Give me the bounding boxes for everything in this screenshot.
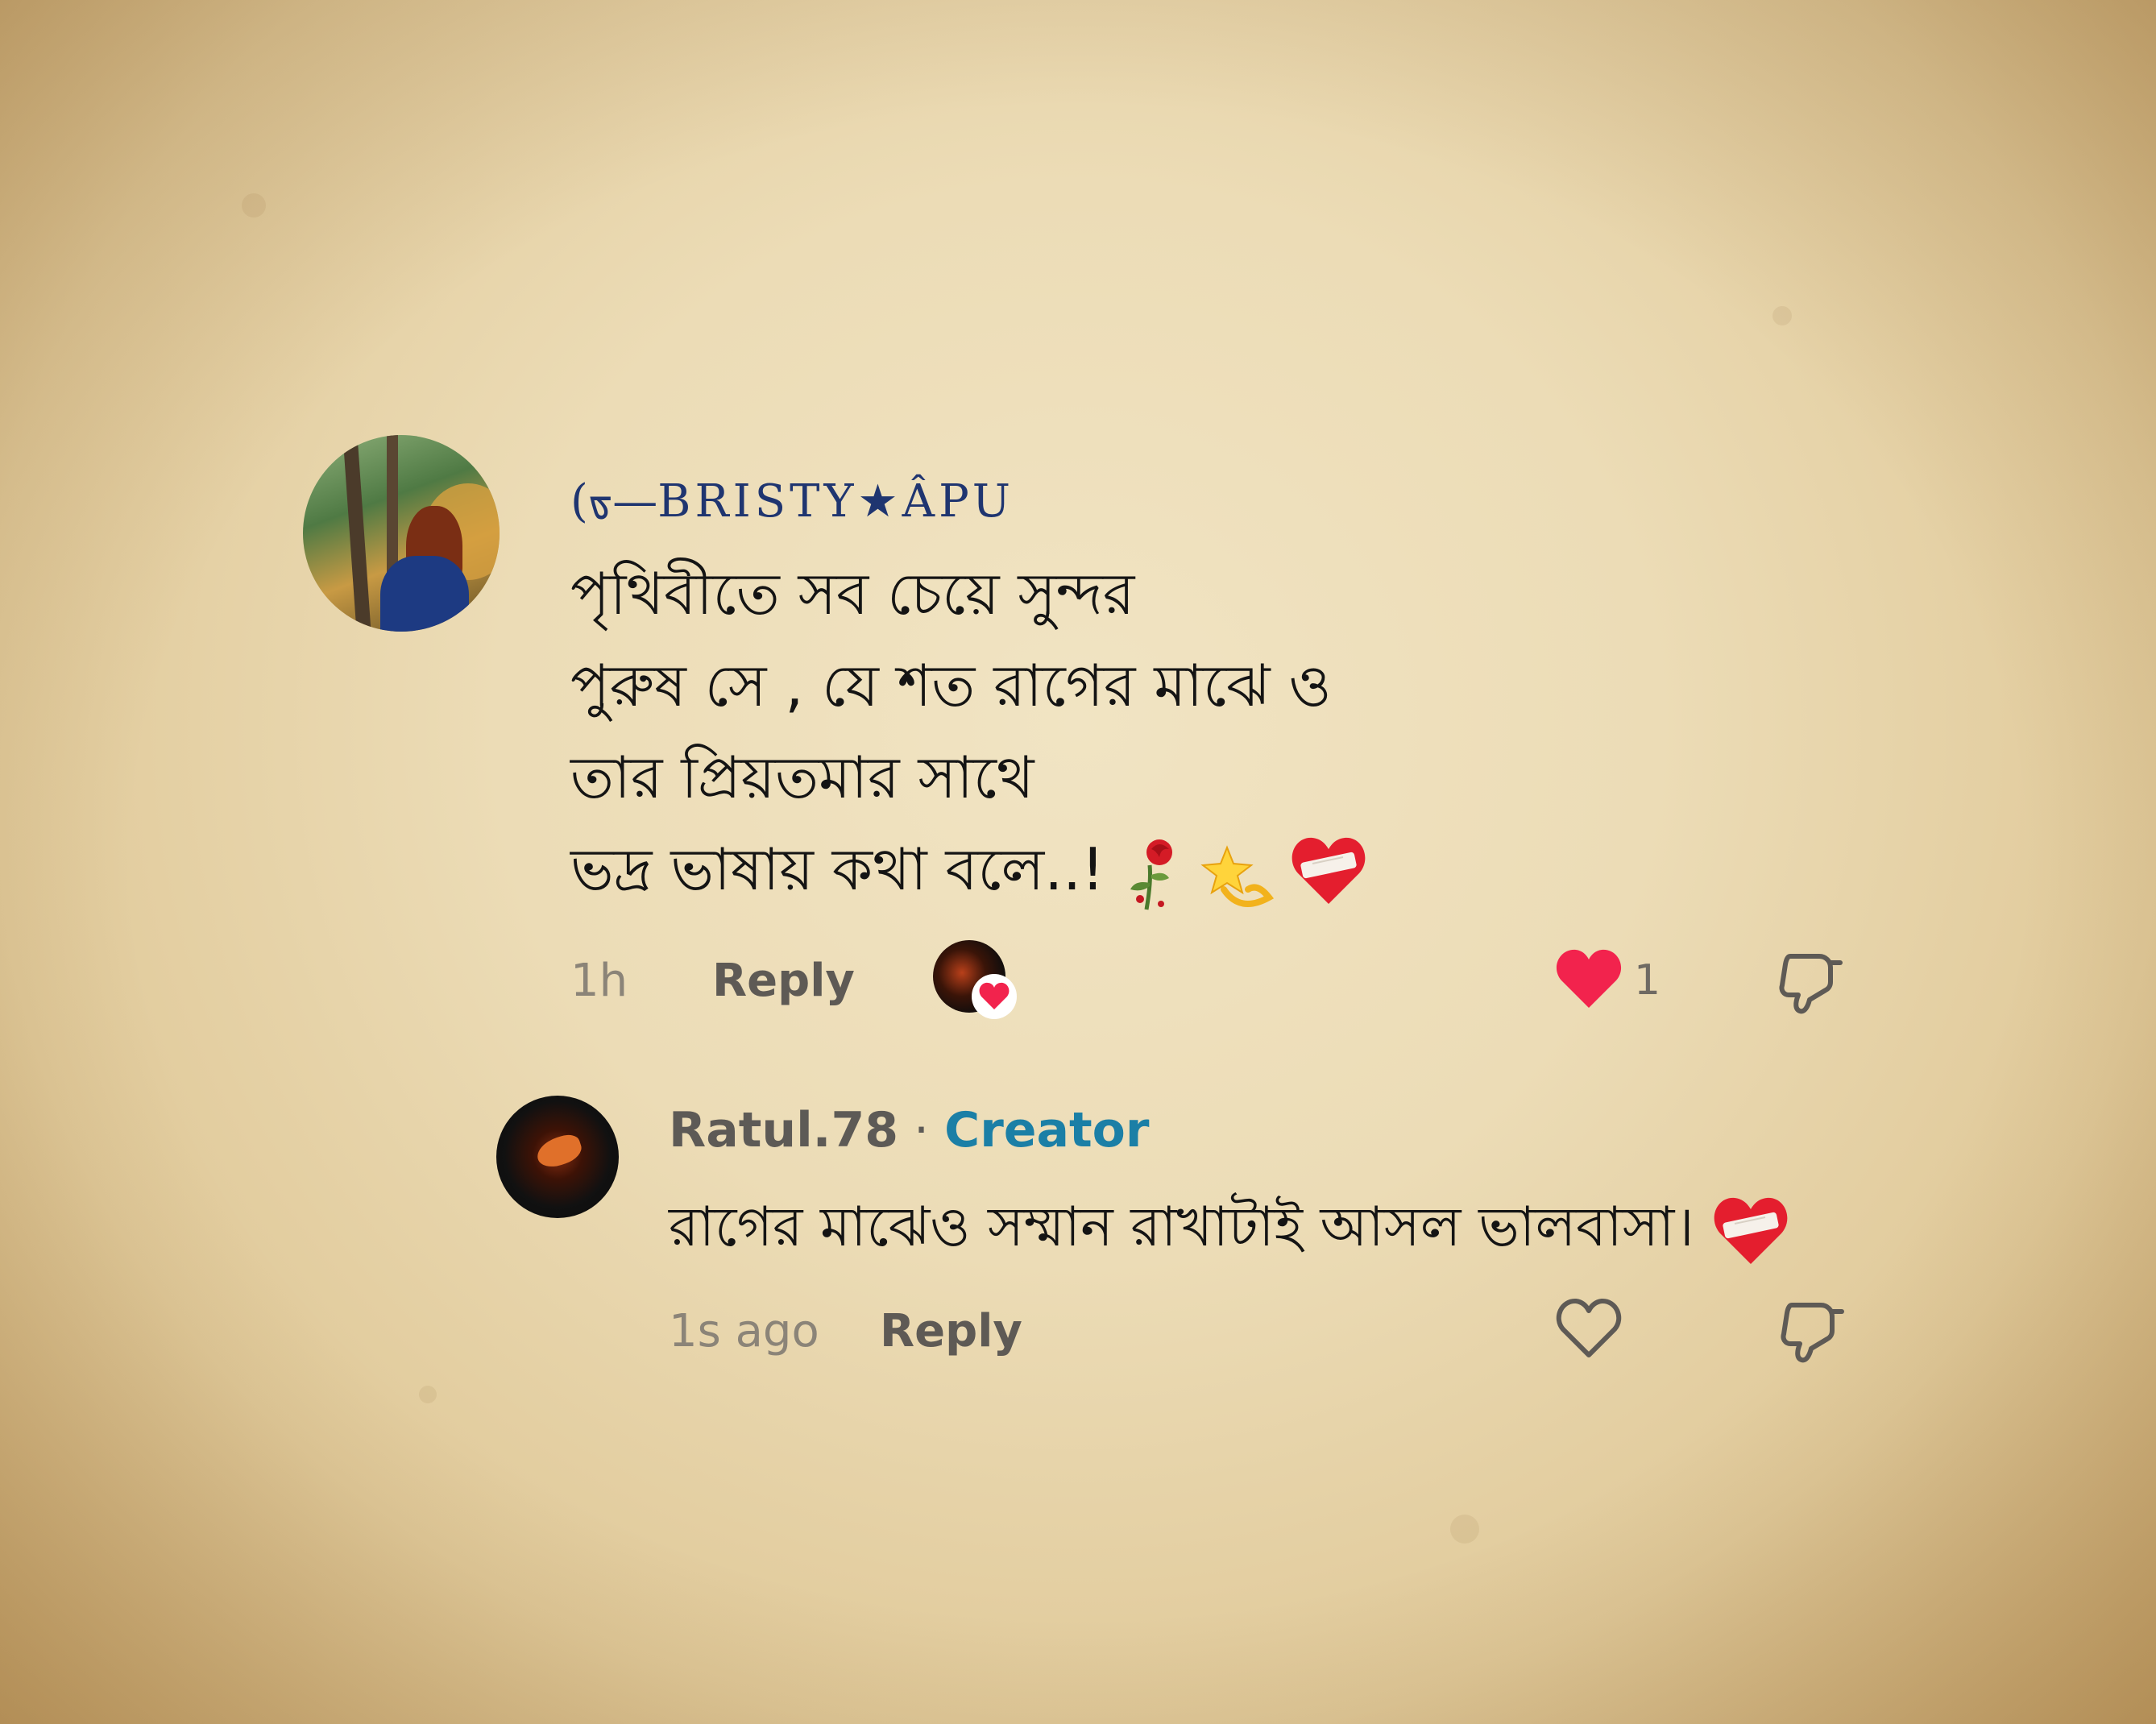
commenter-avatar[interactable]	[303, 435, 500, 632]
creator-badge: Creator	[944, 1102, 1150, 1158]
comment-meta-row: 1h Reply 1	[570, 940, 1860, 1019]
dizzy-star-icon	[1200, 845, 1274, 908]
paper-speck	[1772, 306, 1792, 325]
separator-dot: ·	[898, 1102, 945, 1158]
like-heart-outline-icon[interactable]	[1555, 1294, 1623, 1361]
dislike-icon[interactable]	[1774, 945, 1845, 1016]
creator-avatar[interactable]	[496, 1096, 619, 1218]
wilted-rose-icon	[1130, 839, 1172, 910]
like-count: 1	[1634, 956, 1661, 1005]
reply-emojis	[1712, 1193, 1789, 1267]
reply-header: Ratul.78 · Creator	[669, 1102, 1149, 1158]
reply-body: রাগের মাঝেও সম্মান রাখাটাই আসল ভালবাসা।	[669, 1184, 1789, 1276]
comment-body: পৃথিবীতে সব চেয়ে সুন্দর পুরুষ সে , যে শ…	[570, 548, 1489, 915]
reply-timestamp: 1s ago	[669, 1305, 819, 1357]
reply-to-reply-button[interactable]: Reply	[880, 1305, 1022, 1357]
mending-heart-icon	[1714, 1198, 1788, 1265]
paper-speck	[1450, 1515, 1479, 1544]
avatar-tree-trunk	[342, 435, 371, 632]
reply-username[interactable]: Ratul.78	[669, 1102, 898, 1158]
heart-badge-icon	[972, 974, 1017, 1019]
paper-speck	[242, 193, 266, 218]
mending-heart-icon	[1292, 838, 1366, 905]
reply-button[interactable]: Reply	[712, 955, 855, 1007]
comment-emojis	[1122, 833, 1367, 914]
creator-liked-badge	[933, 940, 1017, 1019]
comment-timestamp: 1h	[570, 955, 628, 1007]
avatar-fish-shape	[533, 1131, 585, 1171]
commenter-username[interactable]: (ᢐ—BRISTY★ÂPU	[570, 451, 1014, 530]
paper-speck	[419, 1386, 437, 1403]
avatar-tree-trunk	[387, 435, 398, 580]
dislike-icon[interactable]	[1776, 1294, 1847, 1365]
reply-text: রাগের মাঝেও সম্মান রাখাটাই আসল ভালবাসা।	[669, 1196, 1694, 1259]
reply-meta-row: 1s ago Reply	[669, 1299, 1861, 1363]
like-heart-icon[interactable]	[1555, 947, 1623, 1011]
avatar-person-dress	[380, 556, 469, 632]
